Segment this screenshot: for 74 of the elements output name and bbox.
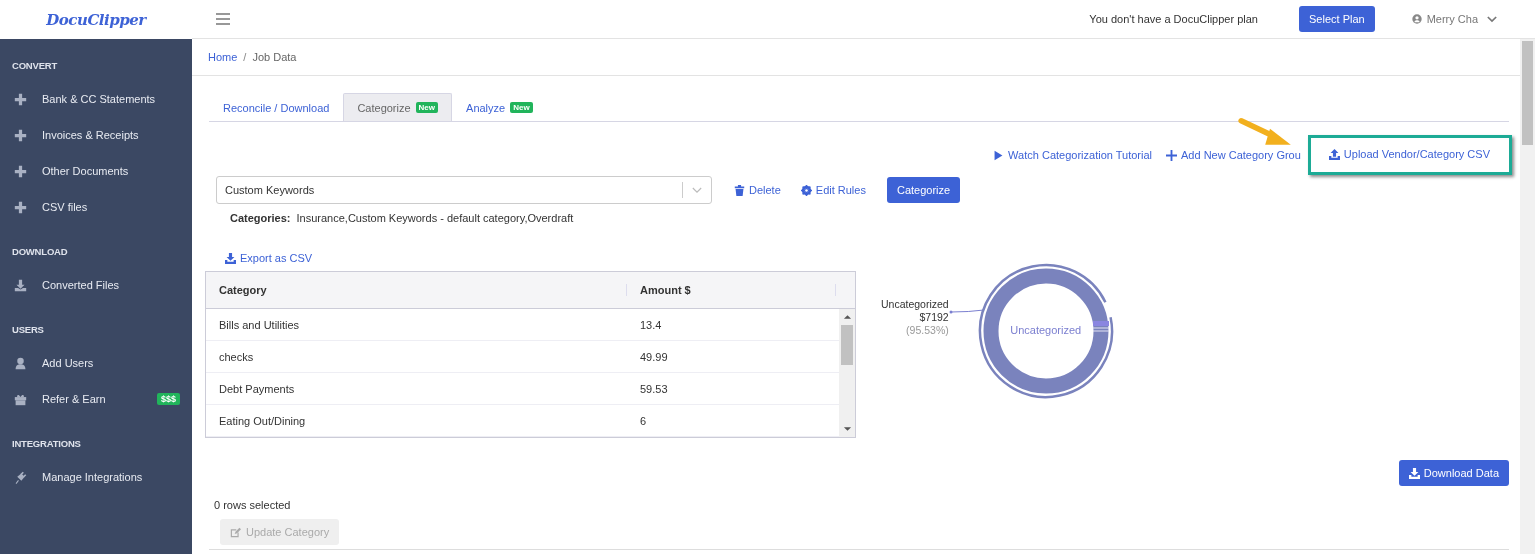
slice-label: Uncategorized [881, 298, 949, 311]
trash-icon [734, 184, 745, 196]
selection-status: 0 rows selected [213, 499, 292, 511]
menu-icon[interactable] [216, 13, 230, 25]
scroll-up-icon[interactable] [842, 314, 852, 320]
plus-icon [14, 200, 27, 214]
download-icon [14, 278, 27, 292]
upload-icon [1328, 148, 1340, 160]
breadcrumb-separator: / [243, 51, 247, 63]
table-cell-text: 49.99 [639, 350, 668, 363]
plus-icon [14, 164, 27, 178]
sidebar-section-title: CONVERT [11, 59, 59, 73]
avatar-icon [1411, 14, 1422, 24]
gear-icon [800, 184, 812, 196]
tab[interactable]: Analyze New [452, 93, 547, 121]
badge: $$$ [156, 393, 180, 405]
table-cell-text: Eating Out/Dining [218, 414, 307, 427]
sidebar-item[interactable]: Other Documents [0, 153, 192, 189]
table-cell-text: 59.53 [639, 382, 668, 395]
slice-amount: $7192 [919, 311, 949, 324]
sidebar-item[interactable]: Converted Files [0, 267, 192, 303]
edit-icon [230, 526, 241, 538]
add-group-link[interactable]: Add New Category Grou [1166, 149, 1301, 161]
column-header[interactable]: Amount $ [627, 284, 836, 296]
export-csv-link[interactable]: Export as CSV [225, 252, 856, 264]
sidebar-item[interactable]: Bank & CC Statements [0, 81, 192, 117]
plus-icon [14, 128, 27, 142]
scroll-down-icon[interactable] [842, 426, 852, 432]
column-header[interactable]: Category [206, 284, 627, 296]
slice-percent: (95.53%) [906, 324, 949, 337]
tab[interactable]: Categorize New [343, 93, 453, 121]
scrollbar[interactable] [1520, 39, 1535, 554]
table-cell-text: checks [218, 350, 255, 363]
categories-label: Categories: [230, 212, 291, 224]
sidebar-section-title: DOWNLOAD [11, 245, 69, 259]
breadcrumb-item[interactable]: Home [208, 51, 238, 63]
download-icon [225, 252, 236, 264]
scroll-thumb[interactable] [841, 325, 853, 365]
user-icon [14, 356, 27, 370]
delete-link[interactable]: Delete [734, 184, 781, 196]
tutorial-link[interactable]: Watch Categorization Tutorial [993, 149, 1152, 161]
plus-icon [1166, 149, 1177, 161]
chevron-down-icon [692, 186, 702, 194]
user-menu[interactable]: Merry Cha [1411, 13, 1497, 25]
scrollbar[interactable] [839, 309, 855, 437]
gift-icon [14, 392, 27, 406]
sidebar-item[interactable]: CSV files [0, 189, 192, 225]
sidebar-item[interactable]: Add Users [0, 345, 192, 381]
sidebar-item[interactable]: Invoices & Receipts [0, 117, 192, 153]
plus-icon [14, 92, 27, 106]
download-icon [1408, 467, 1420, 479]
sidebar-section-title: INTEGRATIONS [11, 437, 82, 451]
plug-icon [14, 470, 27, 484]
sidebar-item[interactable]: Manage Integrations [0, 459, 192, 495]
table-cell-text: Debt Payments [218, 382, 296, 395]
breadcrumb-item: Job Data [252, 51, 297, 63]
plan-notice: You don't have a DocuClipper plan [1089, 13, 1258, 25]
chevron-down-icon [1487, 15, 1497, 23]
select-plan-button[interactable]: Select Plan [1299, 6, 1375, 32]
edit-rules-link[interactable]: Edit Rules [800, 184, 866, 196]
categorize-button[interactable]: Categorize [886, 177, 961, 203]
table-cell-text: 13.4 [639, 318, 662, 331]
play-icon [993, 149, 1005, 161]
scroll-thumb[interactable] [1522, 41, 1533, 145]
tab[interactable]: Reconcile / Download [209, 93, 344, 121]
rule-select[interactable]: Custom Keywords [216, 176, 712, 204]
sidebar-section-title: USERS [11, 323, 45, 337]
categories-list: Insurance,Custom Keywords - default category,Overdraft [296, 212, 574, 224]
sidebar-item[interactable]: Refer & Earn $$$ [0, 381, 192, 417]
download-data-button[interactable]: Download Data [1398, 460, 1509, 486]
table-cell-text: 6 [639, 414, 647, 427]
table-cell-text: Bills and Utilities [218, 318, 301, 331]
donut-center-label: Uncategorized [1009, 324, 1083, 336]
upload-link[interactable]: Upload Vendor/Category CSV [1328, 148, 1490, 161]
